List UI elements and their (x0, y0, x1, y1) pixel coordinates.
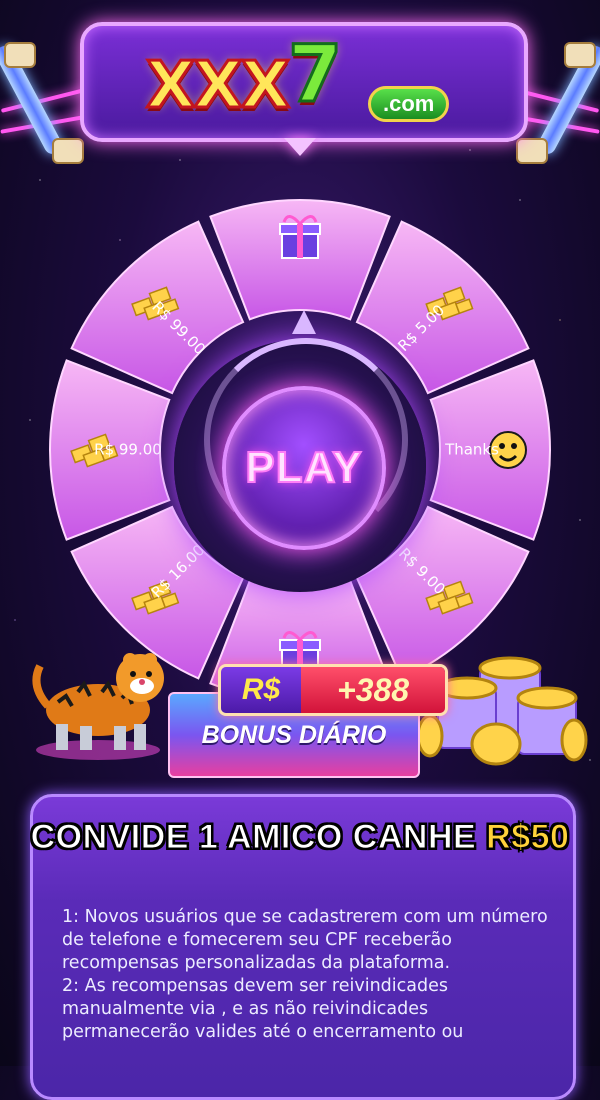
pillar-cap (564, 42, 596, 68)
arrow-up-icon (292, 310, 316, 334)
wheel-segment: R$ 99.00 (70, 220, 245, 395)
bonus-amount: +388 (301, 667, 445, 713)
pillar-cap (4, 42, 36, 68)
invite-title-text: CONVIDE 1 AMICO CANHE (30, 818, 487, 857)
rule-item: 1: Novos usuários que se cadastrerem com… (62, 907, 548, 973)
wheel-segment (209, 199, 391, 321)
logo-suffix: .com (368, 86, 450, 122)
rule-item: 2: As recompensas devem ser reivindicade… (62, 976, 464, 1042)
logo-text: XXX (144, 48, 291, 125)
invite-rules: 1: Novos usuários que se cadastrerem com… (62, 906, 552, 1044)
wheel-segment: R$ 5.00 (355, 220, 530, 395)
daily-bonus-label: BONUS DIÁRIO (201, 720, 387, 749)
wheel-segment-shape (209, 199, 391, 321)
pillar-cap (52, 138, 84, 164)
wheel-segment-label: Thanks (444, 441, 499, 459)
pillar-cap (516, 138, 548, 164)
wheel-segment-label: R$ 99.00 (94, 441, 162, 459)
tiger-mascot-icon (32, 653, 164, 760)
invite-title: CONVIDE 1 AMICO CANHE R$50 (0, 818, 600, 857)
site-logo: XXX7 (144, 29, 343, 126)
wheel-segment: R$ 99.00 (49, 359, 171, 541)
play-button[interactable]: PLAY (222, 386, 386, 550)
wheel-segment: Thanks (429, 359, 551, 541)
wheel-pointer-icon (284, 138, 316, 156)
bonus-amount-badge: R$ +388 (218, 664, 448, 716)
invite-title-highlight: R$50 (486, 818, 570, 857)
bonus-currency: R$ (221, 667, 301, 713)
play-label: PLAY (244, 442, 363, 493)
logo-seven: 7 (287, 29, 344, 122)
